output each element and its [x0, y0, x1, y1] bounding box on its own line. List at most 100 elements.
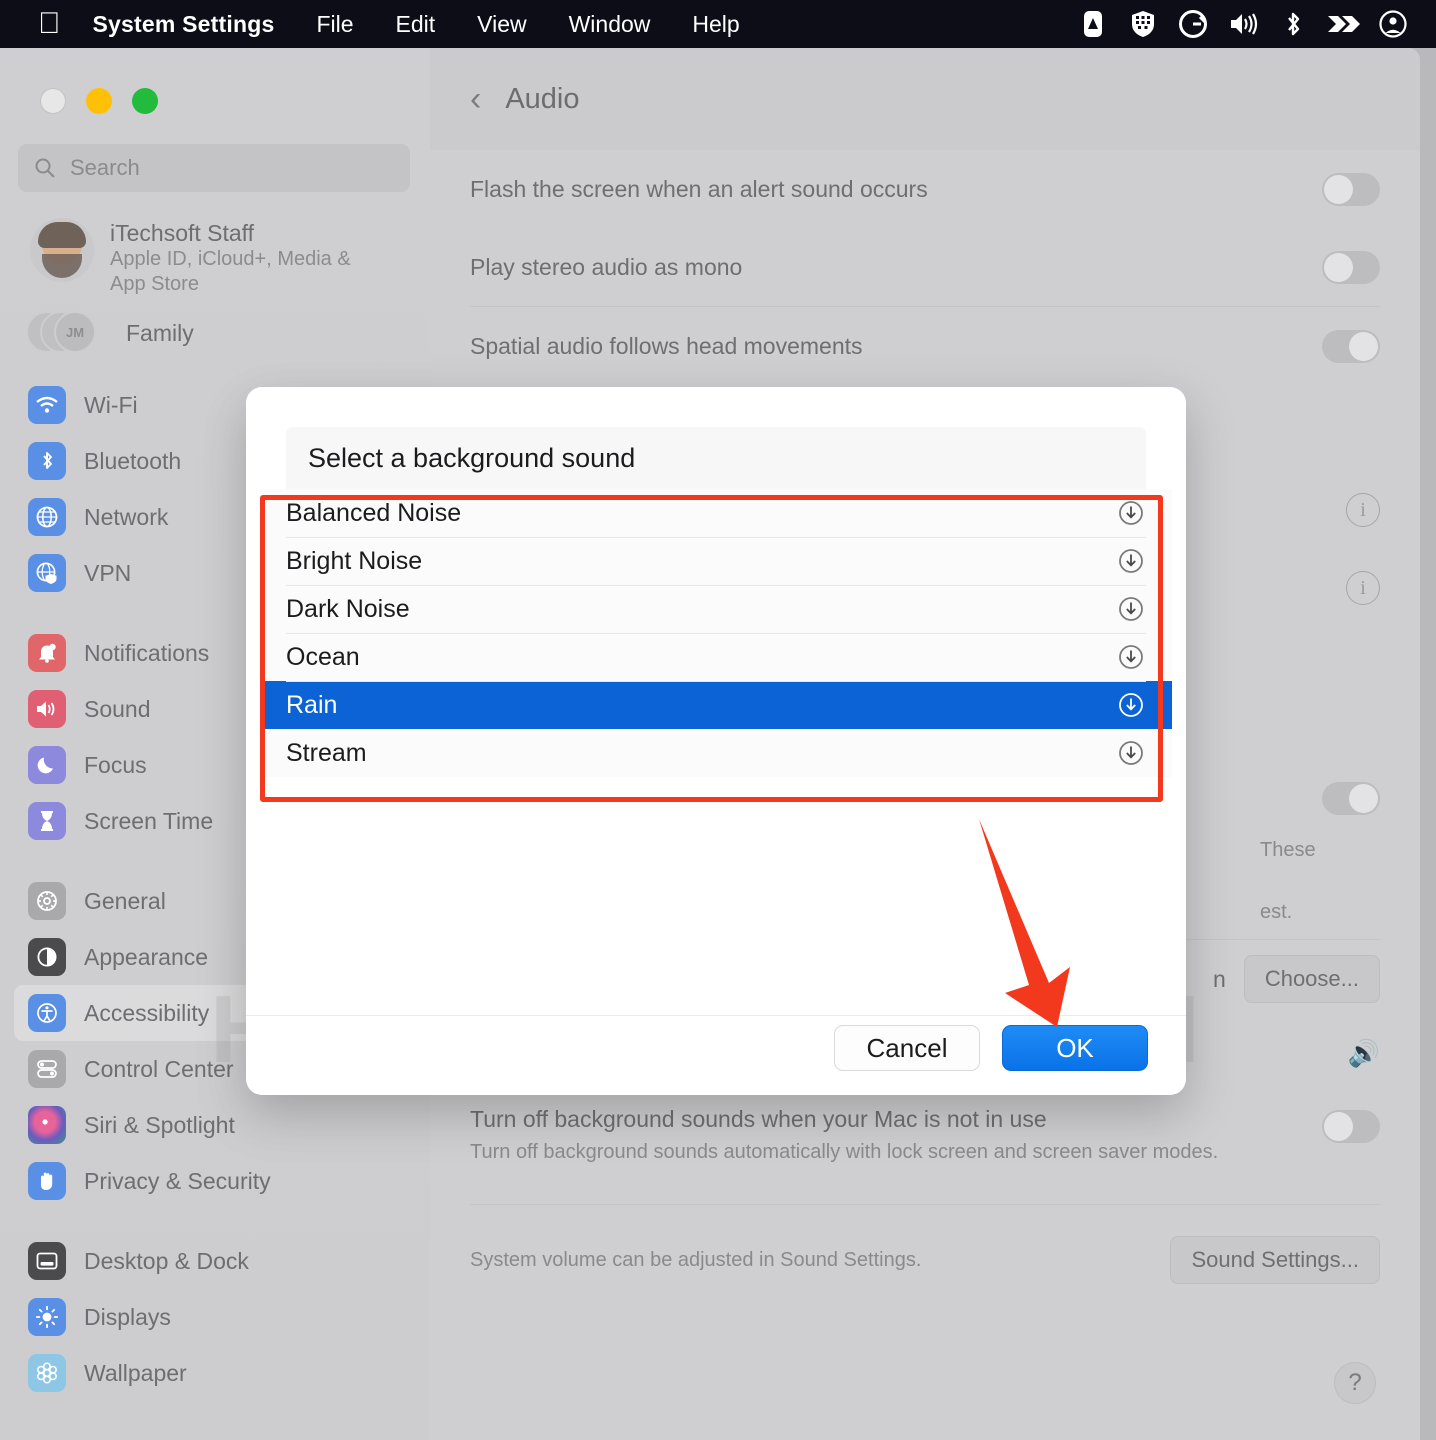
sidebar-item-label: Wi-Fi: [84, 391, 138, 418]
background-sound-dialog: Select a background sound Balanced Noise…: [246, 387, 1186, 1095]
globe-icon: [28, 498, 66, 536]
maximize-button[interactable]: [132, 88, 158, 114]
minimize-button[interactable]: [86, 88, 112, 114]
menu-item-view[interactable]: View: [477, 11, 526, 38]
sidebar-divider: [0, 1209, 430, 1233]
turn-off-subtitle: Turn off background sounds automatically…: [470, 1141, 1219, 1163]
sound-name: Ocean: [286, 642, 360, 671]
sidebar-item-label: Privacy & Security: [84, 1167, 271, 1194]
stereo-as-mono-toggle[interactable]: [1322, 250, 1380, 284]
list-item-selected[interactable]: Rain: [260, 681, 1172, 729]
help-button[interactable]: ?: [1334, 1362, 1376, 1404]
shield-icon[interactable]: [1118, 0, 1168, 48]
ok-button[interactable]: OK: [1002, 1025, 1148, 1071]
hand-icon: [28, 1162, 66, 1200]
sidebar-item-label: Notifications: [84, 639, 210, 666]
chevron-logo-icon[interactable]: [1318, 0, 1368, 48]
volume-note-row: System volume can be adjusted in Sound S…: [470, 1205, 1380, 1315]
flash-screen-toggle[interactable]: [1322, 172, 1380, 206]
menu-item-edit[interactable]: Edit: [396, 11, 436, 38]
brightness-icon: [28, 1298, 66, 1336]
sound-name: Stream: [286, 738, 367, 767]
cancel-button[interactable]: Cancel: [834, 1025, 980, 1071]
sidebar-item-label: Siri & Spotlight: [84, 1111, 235, 1138]
menu-item-help[interactable]: Help: [692, 11, 739, 38]
sidebar-item-label: Control Center: [84, 1055, 234, 1082]
list-item[interactable]: Stream: [260, 729, 1172, 777]
volume-note-text: System volume can be adjusted in Sound S…: [470, 1249, 922, 1271]
sidebar-item-label: Accessibility: [84, 999, 210, 1026]
page-title: Audio: [505, 82, 580, 115]
contrast-icon: [28, 938, 66, 976]
sidebar-item-label: Wallpaper: [84, 1359, 187, 1386]
spatial-audio-toggle[interactable]: [1322, 329, 1380, 363]
grammarly-icon[interactable]: [1168, 0, 1218, 48]
sound-settings-button[interactable]: Sound Settings...: [1170, 1236, 1380, 1284]
row-label: Spatial audio follows head movements: [470, 332, 863, 359]
desc-fragment: est.: [1260, 901, 1293, 923]
alfred-icon[interactable]: [1068, 0, 1118, 48]
row-label: Play stereo audio as mono: [470, 253, 743, 280]
search-input[interactable]: Search: [18, 144, 410, 192]
sidebar-item-family[interactable]: JM Family: [0, 297, 430, 355]
dialog-buttons: Cancel OK: [834, 1025, 1148, 1071]
account-subtitle: Apple ID, iCloud+, Media & App Store: [110, 248, 351, 295]
choose-button[interactable]: Choose...: [1243, 955, 1380, 1003]
bluetooth-icon[interactable]: [1268, 0, 1318, 48]
apple-logo-icon[interactable]: : [38, 9, 61, 39]
sound-name: Rain: [286, 690, 338, 719]
speaker-icon: 🔊: [1347, 1037, 1380, 1068]
volume-icon[interactable]: [1218, 0, 1268, 48]
menu-app-name[interactable]: System Settings: [93, 11, 275, 38]
list-item[interactable]: Balanced Noise: [260, 489, 1172, 537]
background-sounds-toggle[interactable]: [1322, 781, 1380, 815]
avatar: [30, 218, 94, 282]
account-row[interactable]: iTechsoft Staff Apple ID, iCloud+, Media…: [0, 192, 430, 297]
sidebar-item-label: Focus: [84, 751, 147, 778]
content-header: ‹ Audio: [430, 48, 1420, 150]
speaker-icon: [28, 690, 66, 728]
account-name: iTechsoft Staff: [110, 220, 255, 246]
menu-item-file[interactable]: File: [316, 11, 353, 38]
settings-row: Flash the screen when an alert sound occ…: [470, 150, 1380, 228]
download-icon[interactable]: [1116, 594, 1146, 624]
sidebar-item-label: Screen Time: [84, 807, 214, 834]
download-icon[interactable]: [1116, 738, 1146, 768]
turn-off-toggle[interactable]: [1322, 1110, 1380, 1143]
list-item[interactable]: Ocean: [260, 633, 1172, 681]
sidebar-item-privacy-security[interactable]: Privacy & Security: [14, 1153, 416, 1209]
control-center-icon: [28, 1050, 66, 1088]
close-button[interactable]: [40, 88, 66, 114]
sidebar-item-displays[interactable]: Displays: [14, 1289, 416, 1345]
sidebar-item-wallpaper[interactable]: Wallpaper: [14, 1345, 416, 1401]
user-account-icon[interactable]: [1368, 0, 1418, 48]
info-icon[interactable]: i: [1346, 571, 1380, 605]
window-traffic-lights: [0, 48, 430, 114]
sidebar-item-label: Desktop & Dock: [84, 1247, 249, 1274]
sidebar-item-siri-spotlight[interactable]: Siri & Spotlight: [14, 1097, 416, 1153]
back-button[interactable]: ‹: [470, 80, 481, 119]
bluetooth-icon: [28, 442, 66, 480]
download-icon[interactable]: [1116, 546, 1146, 576]
settings-row: Spatial audio follows head movements: [470, 307, 1380, 385]
accessibility-icon: [28, 994, 66, 1032]
hourglass-icon: [28, 802, 66, 840]
turn-off-title: Turn off background sounds when your Mac…: [470, 1106, 1047, 1132]
wallpaper-icon: [28, 1354, 66, 1392]
menu-item-window[interactable]: Window: [569, 11, 651, 38]
menu-status-area: [1068, 0, 1436, 48]
turn-off-row: Turn off background sounds when your Mac…: [470, 1096, 1380, 1174]
sidebar-item-label: Network: [84, 503, 169, 530]
download-icon[interactable]: [1116, 498, 1146, 528]
download-icon[interactable]: [1116, 642, 1146, 672]
sound-name: Dark Noise: [286, 594, 410, 623]
settings-row: Play stereo audio as mono: [470, 228, 1380, 306]
info-icon[interactable]: i: [1346, 493, 1380, 527]
list-item[interactable]: Bright Noise: [260, 537, 1172, 585]
gear-icon: [28, 882, 66, 920]
desktop-dock-icon: [28, 1242, 66, 1280]
sidebar-item-label: VPN: [84, 559, 132, 586]
list-item[interactable]: Dark Noise: [260, 585, 1172, 633]
sidebar-item-desktop-dock[interactable]: Desktop & Dock: [14, 1233, 416, 1289]
download-icon[interactable]: [1116, 690, 1146, 720]
